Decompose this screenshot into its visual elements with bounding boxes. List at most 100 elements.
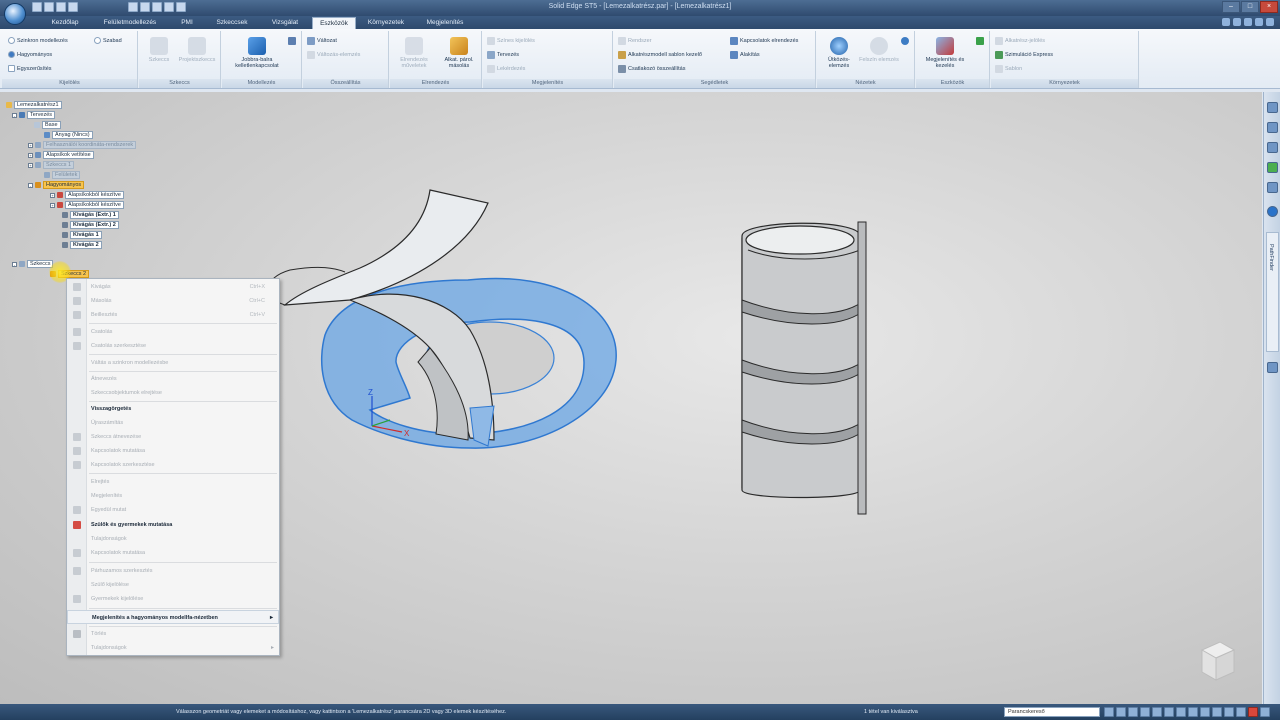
menu-item-select-children[interactable]: Gyermekek kijelölése <box>67 592 279 606</box>
settings-icon[interactable] <box>1222 18 1230 26</box>
tree-item-surfaces[interactable]: Felületek <box>44 171 81 179</box>
menu-item-show[interactable]: Megjelenítés <box>67 489 279 503</box>
family-table-icon[interactable] <box>1267 182 1278 193</box>
menu-item-parents-children[interactable]: Szülők és gyermekek mutatása <box>67 518 279 532</box>
application-button[interactable] <box>4 3 26 25</box>
tree-item-ucs[interactable]: + Felhasználói koordináta-rendszerek <box>28 141 137 149</box>
tab-tools[interactable]: Eszközök <box>312 17 356 29</box>
expand-icon[interactable]: + <box>28 152 33 158</box>
options-icon[interactable] <box>1260 707 1270 717</box>
tree-item-ref-planes[interactable]: + Alapsíkok vetítése <box>28 151 94 159</box>
menu-item-paste[interactable]: Beillesztés Ctrl+V <box>67 308 279 322</box>
shaping-button[interactable]: Alakítás <box>730 51 760 59</box>
tree-item-cut-1[interactable]: Kivágás 1 <box>62 231 102 239</box>
menu-item-rollback[interactable]: Visszagörgetés <box>67 402 279 416</box>
command-finder-input[interactable]: Parancskereső <box>1004 707 1100 717</box>
menu-item-attach[interactable]: Csatolás <box>67 325 279 339</box>
rotate-icon[interactable] <box>1152 707 1162 717</box>
tree-item-root[interactable]: Lemezalkatrész1 <box>6 101 62 109</box>
library-tab-icon[interactable] <box>1267 122 1278 133</box>
help-icon[interactable] <box>1267 206 1278 217</box>
collapse-icon[interactable]: - <box>28 182 33 188</box>
radio-free[interactable]: Szabad <box>94 37 122 44</box>
maximize-button[interactable]: □ <box>1241 1 1259 13</box>
menu-item-edit-attach[interactable]: Csatolás szerkesztése <box>67 339 279 353</box>
tab-home[interactable]: Kezdőlap <box>40 17 90 29</box>
view-icon[interactable] <box>1176 707 1186 717</box>
tree-item-design[interactable]: - Tervezés <box>12 111 56 119</box>
menu-item-delete[interactable]: Törlés <box>67 627 279 641</box>
perspective-icon[interactable] <box>1236 707 1246 717</box>
menu-item-copy[interactable]: Másolás Ctrl+C <box>67 294 279 308</box>
tab-surfacing[interactable]: Felületmodellezés <box>92 17 168 29</box>
tree-item-cut-extr-1[interactable]: Kivágás (Extr.) 1 <box>62 211 119 219</box>
part-mark-button[interactable]: Alkatrész-jelölés <box>995 37 1045 45</box>
interference-button[interactable]: Ütközés-elemzés <box>819 37 859 69</box>
menu-item-properties-2[interactable]: Tulajdonságok ▸ <box>67 641 279 655</box>
tree-item-sketch-1[interactable]: + Szkeccs 1 <box>28 161 75 169</box>
tree-item-feature-2[interactable]: + Alapsíkokból készítve <box>50 201 124 209</box>
tab-environments[interactable]: Környezetek <box>358 17 414 29</box>
close-button[interactable]: × <box>1260 1 1278 13</box>
menu-item-show-only[interactable]: Egyedül mutat <box>67 503 279 517</box>
menu-item-parallel-edit[interactable]: Párhuzamos szerkesztés <box>67 564 279 578</box>
view-manage-button[interactable]: Megjelenítés és kezelés <box>918 37 972 69</box>
tree-item-material[interactable]: Anyag (Nincs) <box>44 131 93 139</box>
restore-icon[interactable] <box>1255 18 1263 26</box>
record-icon[interactable] <box>1248 707 1258 717</box>
pan-icon[interactable] <box>1140 707 1150 717</box>
tree-item-sketches[interactable]: - Szkeccs <box>12 260 54 268</box>
tab-view[interactable]: Megjelenítés <box>416 17 474 29</box>
menu-item-switch-sync[interactable]: Váltás a szinkron modellezésbe <box>67 356 279 370</box>
variant-button[interactable]: Változat <box>307 37 337 45</box>
sketch-button[interactable]: Szkeccs <box>143 37 175 63</box>
feature-library-icon[interactable] <box>1267 162 1278 173</box>
layout-ops-button[interactable]: Elrendezés műveletek <box>392 37 436 69</box>
menu-item-rename[interactable]: Átnevezés <box>67 372 279 386</box>
checkbox-simplify[interactable]: Egyszerűsítés <box>8 65 52 72</box>
relations-layout-button[interactable]: Kapcsolatok elrendezés <box>730 37 798 45</box>
design-button[interactable]: Tervezés <box>487 51 519 59</box>
connector-button[interactable]: Csatlakozó összeállítás <box>618 65 685 73</box>
sensor-icon[interactable] <box>1267 362 1278 373</box>
relationship-button[interactable]: Jobbra-balra kelletlenkapcsolat <box>226 37 288 69</box>
simulation-express-button[interactable]: Szimuláció Express <box>995 51 1053 59</box>
globe-icon[interactable] <box>901 37 909 45</box>
copy-part-button[interactable]: Alkat. párol. másolás <box>438 37 480 69</box>
change-analysis-button[interactable]: Változás-elemzés <box>307 51 360 59</box>
pathfinder-tab-icon[interactable] <box>1267 102 1278 113</box>
menu-item-select-parent[interactable]: Szülő kijelölése <box>67 578 279 592</box>
collapse-icon[interactable]: - <box>12 261 17 267</box>
expand-icon[interactable]: + <box>50 192 55 198</box>
surface-analysis-button[interactable]: Felszín elemzés <box>859 37 899 63</box>
menu-item-cut[interactable]: Kivágás Ctrl+X <box>67 280 279 294</box>
zoom-icon[interactable] <box>1116 707 1126 717</box>
menu-item-properties-1[interactable]: Tulajdonságok <box>67 532 279 546</box>
tab-inspect[interactable]: Vizsgálat <box>260 17 310 29</box>
style-icon[interactable] <box>1188 707 1198 717</box>
tab-sketches[interactable]: Szkeccsek <box>206 17 258 29</box>
shading-icon[interactable] <box>1200 707 1210 717</box>
menu-item-show-in-ordered-tree[interactable]: Megjelenítés a hagyományos modellfa-néze… <box>67 610 279 624</box>
help-icon[interactable] <box>1233 18 1241 26</box>
menu-item-rename-sketch[interactable]: Szkeccs átnevezése <box>67 430 279 444</box>
menu-item-show-relations-2[interactable]: Kapcsolatok mutatása <box>67 546 279 560</box>
project-sketch-button[interactable]: Projektszkeccs <box>175 37 219 63</box>
sketch-view-icon[interactable] <box>1164 707 1174 717</box>
tree-item-base[interactable]: Base <box>34 121 61 129</box>
menu-item-hide[interactable]: Elrejtés <box>67 475 279 489</box>
render-icon[interactable] <box>1224 707 1234 717</box>
radio-ordered[interactable]: Hagyományos <box>8 51 52 58</box>
expand-icon[interactable]: + <box>28 142 33 148</box>
radio-synchronous[interactable]: Szinkron modellezés <box>8 37 68 44</box>
layers-tab-icon[interactable] <box>1267 142 1278 153</box>
expand-icon[interactable]: + <box>50 202 55 208</box>
tab-pmi[interactable]: PMI <box>170 17 204 29</box>
system-button[interactable]: Rendszer <box>618 37 652 45</box>
arrow-icon[interactable] <box>976 37 984 45</box>
expand-icon[interactable]: + <box>28 162 33 168</box>
template-manager-button[interactable]: Alkatrészmodell sablon kezelő <box>618 51 702 59</box>
menu-item-edit-relations[interactable]: Kapcsolatok szerkesztése <box>67 458 279 472</box>
minimize-ribbon-icon[interactable] <box>1244 18 1252 26</box>
view-cube[interactable] <box>1196 636 1238 684</box>
